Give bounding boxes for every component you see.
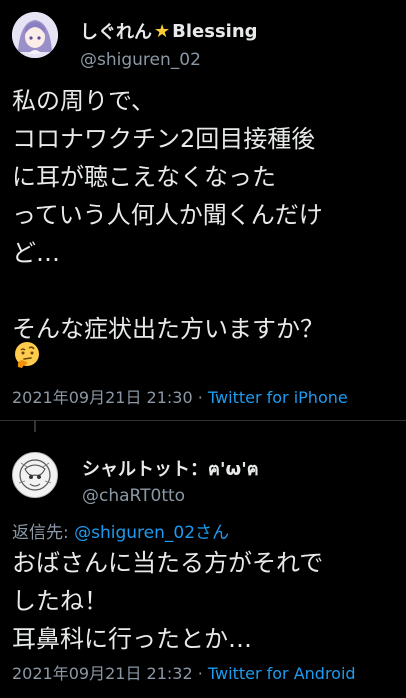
avatar[interactable] <box>12 452 58 498</box>
source-app-link[interactable]: Twitter for iPhone <box>208 388 348 407</box>
tweet-text: おばさんに当たる方がそれで したね！ 耳鼻科に行ったとか… <box>12 549 324 653</box>
avatar[interactable] <box>12 12 58 58</box>
tweet-reply[interactable]: シャルトット：ฅ'ω'ฅ @chaRT0tto 返信先: @shiguren_0… <box>0 432 406 698</box>
display-name-suffix: Blessing <box>172 20 258 42</box>
timestamp[interactable]: 2021年09月21日 21:30 <box>12 388 193 407</box>
source-app-link[interactable]: Twitter for Android <box>208 664 356 683</box>
thread-connector <box>34 420 36 432</box>
user-handle[interactable]: @shiguren_02 <box>80 50 201 70</box>
star-icon: ★ <box>154 20 171 42</box>
meta-separator: · <box>192 664 208 683</box>
reply-to-line: 返信先: @shiguren_02さん <box>12 518 229 543</box>
tweet-text: 私の周りで、 コロナワクチン2回目接種後 に耳が聴こえなくなった っていう人何人… <box>12 87 324 343</box>
tweet-original[interactable]: しぐれん ★ Blessing @shiguren_02 私の周りで、 コロナワ… <box>0 0 406 420</box>
thinking-face-icon <box>15 342 39 368</box>
display-name[interactable]: シャルトット：ฅ'ω'ฅ <box>82 454 259 483</box>
avatar-image <box>13 453 57 497</box>
display-name[interactable]: しぐれん ★ Blessing <box>80 18 258 44</box>
tweet-metadata: 2021年09月21日 21:30 · Twitter for iPhone <box>12 384 348 408</box>
meta-separator: · <box>192 388 208 407</box>
reply-mention-link[interactable]: @shiguren_02さん <box>74 523 229 543</box>
reply-to-label: 返信先: <box>12 523 75 543</box>
display-name-text: しぐれん <box>80 22 152 43</box>
display-name-text: シャルトット：ฅ'ω'ฅ <box>82 459 259 480</box>
tweet-divider <box>0 420 406 421</box>
timestamp[interactable]: 2021年09月21日 21:32 <box>12 664 193 683</box>
user-handle[interactable]: @chaRT0tto <box>82 486 185 506</box>
tweet-metadata: 2021年09月21日 21:32 · Twitter for Android <box>12 660 356 684</box>
avatar-image <box>12 12 58 58</box>
